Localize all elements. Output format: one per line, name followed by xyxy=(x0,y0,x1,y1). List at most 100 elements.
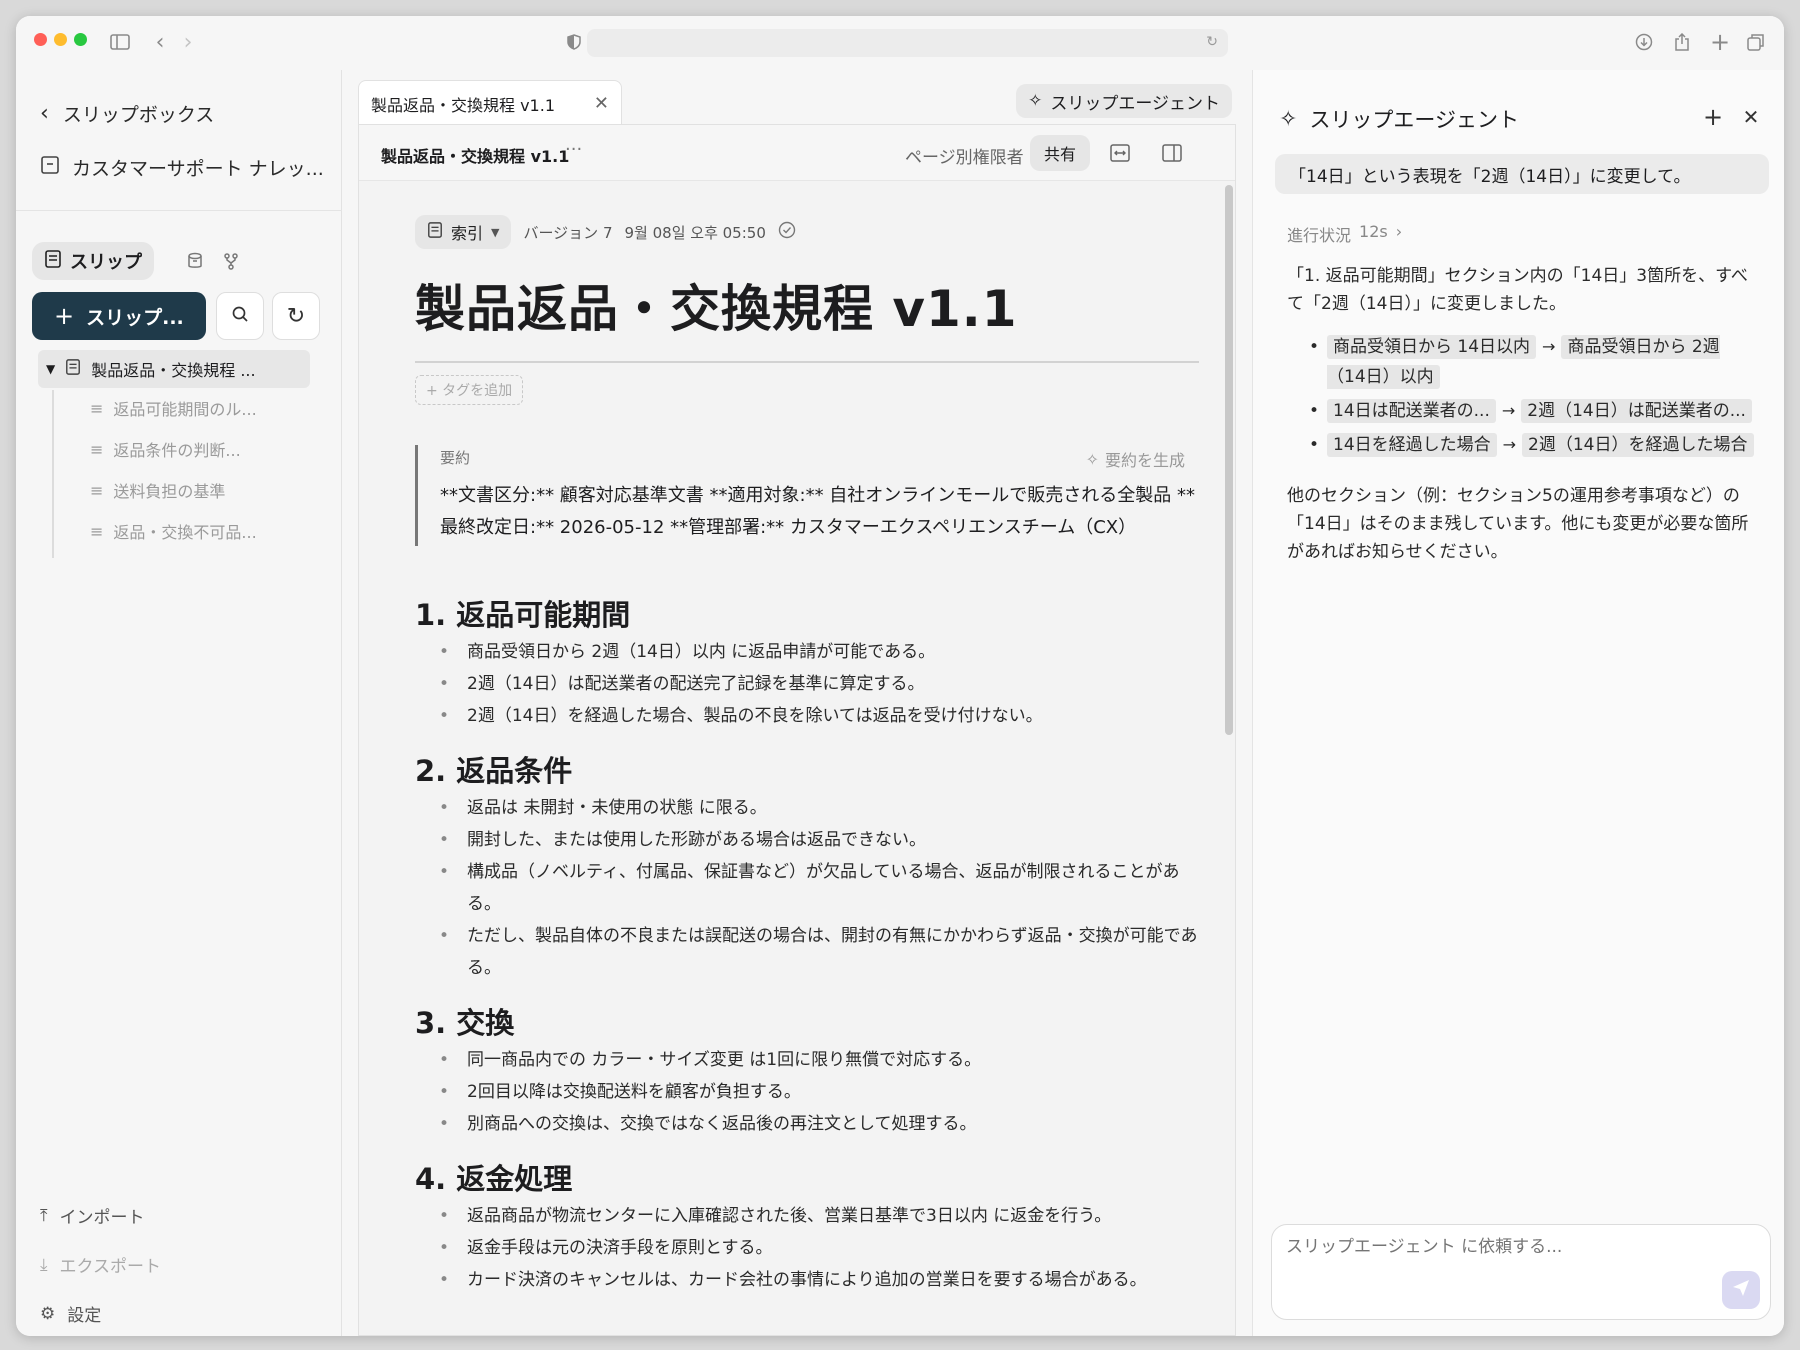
reply-outro: 他のセクション（例：セクション5の運用参考事項など）の「14日」はそのまま残して… xyxy=(1287,486,1749,562)
section-heading: 4. 返金処理 xyxy=(415,1162,573,1196)
arrow-right-icon: → xyxy=(1542,337,1556,356)
change-from: 14日を経過した場合 xyxy=(1327,433,1497,457)
list-item: 2週（14日）は配送業者の配送完了記録を基準に算定する。 xyxy=(439,668,1199,700)
settings-button[interactable]: ⚙ 設定 xyxy=(40,1301,101,1327)
document-meta: 索引 ▼ バージョン 7 9월 08일 오후 05:50 xyxy=(415,215,1199,249)
document-pane: 製品返品・交換規程 v1.1 ··· ページ別権限者 共有 索引 ▼ バージョン… xyxy=(358,124,1236,1336)
close-window-button[interactable] xyxy=(34,33,47,46)
list-item: 返金手段は元の決済手段を原則とする。 xyxy=(439,1232,1199,1264)
chevron-right-icon: › xyxy=(1395,222,1403,241)
more-options-button[interactable]: ··· xyxy=(565,139,582,160)
workspace-selector[interactable]: カスタマーサポート ナレッ... xyxy=(40,154,324,181)
list-item: カード決済のキャンセルは、カード会社の事情により追加の営業日を要する場合がある。 xyxy=(439,1264,1199,1296)
tab-overview-icon[interactable] xyxy=(1742,28,1770,56)
change-to: 2週（14日）は配送業者の... xyxy=(1521,399,1752,423)
share-button[interactable]: 共有 xyxy=(1030,135,1091,171)
list-item: 開封した、または使用した形跡がある場合は返品できない。 xyxy=(439,824,1199,856)
document-icon xyxy=(427,222,443,242)
tree-item[interactable]: ≡ 返品条件の判断... xyxy=(90,437,241,461)
reply-intro: 「1. 返品可能期間」セクション内の「14日」3箇所を、すべて「2週（14日）」… xyxy=(1287,266,1748,314)
change-list: 商品受領日から 14日以内→商品受領日から 2週（14日）以内 14日は配送業者… xyxy=(1287,332,1757,460)
expand-width-icon[interactable] xyxy=(1104,137,1136,169)
generate-summary-button[interactable]: ✧ 要約を生成 xyxy=(1086,447,1185,471)
export-button[interactable]: ⤓ エクスポート xyxy=(40,1252,161,1278)
branch-icon[interactable] xyxy=(212,242,250,280)
tree-item[interactable]: ≡ 返品・交換不可品... xyxy=(90,519,257,543)
list-item: 2回目以降は交換配送料を顧客が負担する。 xyxy=(439,1076,1199,1108)
change-item: 商品受領日から 14日以内→商品受領日から 2週（14日）以内 xyxy=(1309,332,1757,392)
list-item: 返品は 未開封・未使用の状態 に限る。 xyxy=(439,792,1199,824)
close-icon[interactable]: ✕ xyxy=(594,93,609,114)
document-header: 製品返品・交換規程 v1.1 ··· ページ別権限者 共有 xyxy=(359,125,1235,181)
agent-input[interactable] xyxy=(1286,1237,1706,1257)
send-button[interactable] xyxy=(1722,1271,1760,1309)
address-bar[interactable]: ↻ xyxy=(587,29,1228,57)
new-slip-button[interactable]: + スリップ... xyxy=(32,292,206,340)
summary-text: **文書区分:** 顧客対応基準文書 **適用対象:** 自社オンラインモールで… xyxy=(440,485,1196,538)
list-item: 商品受領日から 2週（14日）以内 に返品申請が可能である。 xyxy=(439,636,1199,668)
zoom-window-button[interactable] xyxy=(74,33,87,46)
import-button[interactable]: ⤒ インポート xyxy=(40,1203,145,1229)
new-tab-icon[interactable]: + xyxy=(1706,28,1734,56)
new-chat-icon[interactable]: + xyxy=(1698,102,1728,132)
progress-toggle[interactable]: 進行状況 12s › xyxy=(1287,222,1402,246)
tree-guide-line xyxy=(52,390,54,558)
section-heading: 1. 返品可能期間 xyxy=(415,598,631,632)
split-panel-icon[interactable] xyxy=(1156,137,1188,169)
divider xyxy=(16,210,342,211)
sparkle-icon: ✧ xyxy=(1085,449,1099,469)
change-to: 2週（14日）を経過した場合 xyxy=(1522,433,1754,457)
text-lines-icon: ≡ xyxy=(90,521,104,541)
database-icon[interactable] xyxy=(176,242,214,280)
send-icon xyxy=(1731,1278,1751,1302)
document-tab[interactable]: 製品返品・交換規程 v1.1 ✕ xyxy=(358,80,622,126)
tree-item[interactable]: ≡ 返品可能期間のル... xyxy=(90,396,257,420)
change-from: 14日は配送業者の... xyxy=(1327,399,1496,423)
user-message: 「14日」という表現を「2週（14日）」に変更して。 xyxy=(1275,154,1769,194)
tree-root-document[interactable]: ▼ 製品返品・交換規程 ... xyxy=(38,350,310,388)
slip-agent-button[interactable]: ✧ スリップエージェント xyxy=(1016,84,1232,118)
refresh-button[interactable]: ↻ xyxy=(272,292,320,340)
scrollbar[interactable] xyxy=(1225,185,1233,735)
sparkle-icon: ✧ xyxy=(1028,91,1043,111)
section-list: 商品受領日から 2週（14日）以内 に返品申請が可能である。 2週（14日）は配… xyxy=(415,636,1199,732)
document-icon xyxy=(44,249,62,273)
change-item: 14日は配送業者の... → 2週（14日）は配送業者の... xyxy=(1309,396,1757,426)
forward-icon[interactable]: › xyxy=(174,28,202,56)
version-label: バージョン 7 xyxy=(523,223,613,242)
download-icon[interactable] xyxy=(1630,28,1658,56)
refresh-icon: ↻ xyxy=(286,303,306,329)
index-dropdown[interactable]: 索引 ▼ xyxy=(415,215,512,249)
archive-box-icon xyxy=(40,155,60,180)
arrow-right-icon: → xyxy=(1501,401,1516,420)
reload-icon[interactable]: ↻ xyxy=(1206,34,1218,50)
upload-icon: ⤒ xyxy=(40,1205,48,1226)
document-content: 索引 ▼ バージョン 7 9월 08일 오후 05:50 製品返品・交換規程 v… xyxy=(415,215,1199,1296)
gear-icon: ⚙ xyxy=(40,1303,56,1324)
arrow-right-icon: → xyxy=(1502,435,1517,454)
sidebar-toggle-icon[interactable] xyxy=(106,28,134,56)
page-permissions-button[interactable]: ページ別権限者 xyxy=(905,143,1024,168)
add-tag-button[interactable]: + タグを追加 xyxy=(415,375,524,405)
text-lines-icon: ≡ xyxy=(90,398,104,418)
shield-icon xyxy=(560,28,588,56)
list-item: 2週（14日）を経過した場合、製品の不良を除いては返品を受け付けない。 xyxy=(439,700,1199,732)
section-heading: 2. 返品条件 xyxy=(415,754,573,788)
sparkle-icon: ✧ xyxy=(1279,106,1298,132)
tree-item[interactable]: ≡ 送料負担の基準 xyxy=(90,478,225,502)
minimize-window-button[interactable] xyxy=(54,33,67,46)
date-label: 9월 08일 오후 05:50 xyxy=(624,223,766,242)
search-icon xyxy=(231,305,249,327)
close-icon[interactable]: ✕ xyxy=(1736,102,1766,132)
back-icon[interactable]: ‹ xyxy=(146,28,174,56)
back-to-slipbox-link[interactable]: ‹ スリップボックス xyxy=(40,100,214,127)
agent-input-box[interactable] xyxy=(1271,1224,1771,1320)
document-title[interactable]: 製品返品・交換規程 v1.1 xyxy=(415,269,1199,341)
search-button[interactable] xyxy=(216,292,264,340)
sidebar: ‹ スリップボックス カスタマーサポート ナレッ... スリップ + スリップ.… xyxy=(16,70,342,1336)
share-icon[interactable] xyxy=(1668,28,1696,56)
check-circle-icon xyxy=(778,221,796,243)
chevron-down-icon: ▼ xyxy=(46,362,56,376)
plus-icon: + xyxy=(54,302,75,330)
tab-slips[interactable]: スリップ xyxy=(32,242,154,280)
